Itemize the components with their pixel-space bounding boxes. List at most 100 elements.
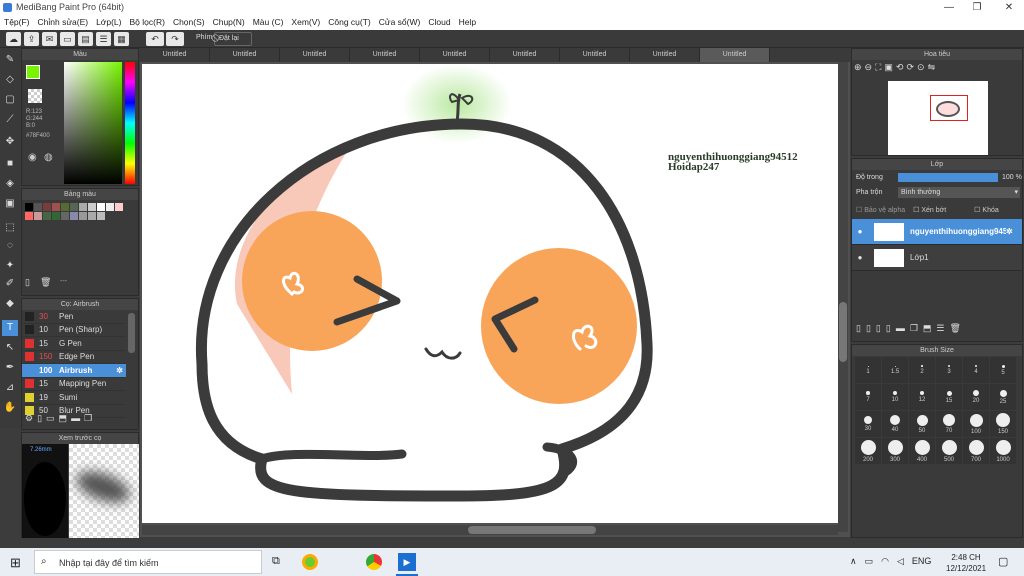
foreground-color-swatch[interactable] bbox=[26, 65, 40, 79]
magic-wand-icon[interactable]: ✦ bbox=[2, 258, 18, 274]
palette-swatch[interactable] bbox=[52, 203, 60, 211]
menu-window[interactable]: Cửa sổ(W) bbox=[375, 15, 425, 30]
select-eraser-icon[interactable]: ◆ bbox=[2, 296, 18, 312]
eye-icon[interactable]: ● bbox=[852, 227, 868, 236]
palette-swatch[interactable] bbox=[97, 212, 105, 220]
lock-checkbox[interactable]: ☐ Khóa bbox=[974, 206, 999, 214]
menu-layer[interactable]: Lớp(L) bbox=[92, 15, 125, 30]
brush-size-cell[interactable]: 5 bbox=[990, 357, 1016, 383]
brush-size-cell[interactable]: 2 bbox=[909, 357, 935, 383]
menu-filter[interactable]: Bộ lọc(R) bbox=[126, 15, 169, 30]
brush-size-cell[interactable]: 300 bbox=[882, 438, 908, 464]
clipping-checkbox[interactable]: ☐ Xén bớt bbox=[913, 206, 946, 214]
dropper-tool-icon[interactable]: ✒ bbox=[2, 360, 18, 376]
palette-swatch[interactable] bbox=[43, 212, 51, 220]
brush-folder-icon[interactable]: ▬ bbox=[71, 413, 80, 424]
new-8bit-layer-icon[interactable]: ▯ bbox=[876, 323, 881, 334]
palette-swatch[interactable] bbox=[106, 203, 114, 211]
menu-cloud[interactable]: Cloud bbox=[424, 15, 454, 30]
chat-icon[interactable]: ✉ bbox=[42, 32, 57, 46]
tab-untitled[interactable]: Untitled bbox=[420, 48, 490, 62]
blend-mode-select[interactable]: Bình thường ▾ bbox=[898, 187, 1020, 198]
brush-size-cell[interactable]: 1000 bbox=[990, 438, 1016, 464]
add-brush-icon[interactable]: ▯ bbox=[37, 413, 42, 424]
brush-size-cell[interactable]: 10 bbox=[882, 384, 908, 410]
line-tool-icon[interactable]: ⟋ bbox=[2, 112, 18, 128]
horizontal-scrollbar[interactable] bbox=[142, 525, 838, 535]
brush-size-cell[interactable]: 7 bbox=[855, 384, 881, 410]
volume-icon[interactable]: ◁ bbox=[897, 556, 904, 567]
brush-scrollbar[interactable] bbox=[128, 313, 135, 353]
new-1bit-layer-icon[interactable]: ▯ bbox=[886, 323, 891, 334]
new-halftone-layer-icon[interactable]: ▯ bbox=[866, 323, 871, 334]
tab-untitled[interactable]: Untitled bbox=[140, 48, 210, 62]
menu-view[interactable]: Xem(V) bbox=[287, 15, 324, 30]
opacity-slider[interactable] bbox=[898, 173, 998, 182]
menu-select[interactable]: Chọn(S) bbox=[169, 15, 209, 30]
select-pen-icon[interactable]: ✐ bbox=[2, 276, 18, 292]
redo-icon[interactable]: ↷ bbox=[166, 32, 184, 46]
tab-untitled[interactable]: Untitled bbox=[490, 48, 560, 62]
brush-size-cell[interactable]: 1.5 bbox=[882, 357, 908, 383]
brush-size-cell[interactable]: 700 bbox=[963, 438, 989, 464]
chevron-up-icon[interactable]: ∧ bbox=[850, 556, 857, 567]
language-indicator[interactable]: ENG bbox=[912, 556, 932, 567]
palette-swatch[interactable] bbox=[79, 203, 87, 211]
tab-untitled[interactable]: Untitled bbox=[280, 48, 350, 62]
protect-alpha-checkbox[interactable]: ☐ Bảo vệ alpha bbox=[856, 206, 905, 214]
palette-swatch[interactable] bbox=[70, 212, 78, 220]
navigator-thumbnail[interactable] bbox=[888, 81, 988, 155]
brush-size-cell[interactable]: 150 bbox=[990, 411, 1016, 437]
brush-size-cell[interactable]: 3 bbox=[936, 357, 962, 383]
palette-swatch[interactable] bbox=[88, 212, 96, 220]
menu-color[interactable]: Màu (C) bbox=[249, 15, 288, 30]
brush-settings-icon[interactable]: ⚙ bbox=[25, 413, 33, 424]
brush-size-cell[interactable]: 50 bbox=[909, 411, 935, 437]
palette-swatch[interactable] bbox=[34, 203, 42, 211]
zoom-in-icon[interactable]: ⊕ bbox=[854, 62, 862, 73]
chrome-icon[interactable] bbox=[366, 554, 382, 570]
color-picker-icon[interactable]: ◍ bbox=[44, 152, 53, 163]
brush-item[interactable]: 15 Mapping Pen bbox=[22, 378, 126, 391]
cloud-icon[interactable]: ☁ bbox=[6, 32, 21, 46]
rotate-left-icon[interactable]: ⟲ bbox=[896, 62, 904, 73]
comment-icon[interactable]: ▭ bbox=[60, 32, 75, 46]
rotate-right-icon[interactable]: ⟳ bbox=[906, 62, 914, 73]
delete-palette-icon[interactable]: 🗑 bbox=[40, 277, 51, 288]
palette-swatch[interactable] bbox=[97, 203, 105, 211]
color-wheel-icon[interactable]: ◉ bbox=[28, 152, 37, 163]
brush-size-cell[interactable]: 1 bbox=[855, 357, 881, 383]
operation-tool-icon[interactable]: ↖ bbox=[2, 340, 18, 356]
brush-item[interactable]: 30 Pen bbox=[22, 310, 126, 324]
eyedropper-icon[interactable]: ⊿ bbox=[2, 380, 18, 396]
brush-item[interactable]: 19 Sumi bbox=[22, 391, 126, 405]
brush-item[interactable]: 10 Pen (Sharp) bbox=[22, 324, 126, 337]
brush-size-cell[interactable]: 25 bbox=[990, 384, 1016, 410]
rect-tool-icon[interactable]: ▢ bbox=[2, 92, 18, 108]
brush-size-cell[interactable]: 30 bbox=[855, 411, 881, 437]
palette-swatch[interactable] bbox=[25, 212, 33, 220]
page-icon[interactable]: ▤ bbox=[78, 32, 93, 46]
brush-item[interactable]: 100 Airbrush ✲ bbox=[22, 364, 126, 378]
brush-size-cell[interactable]: 4 bbox=[963, 357, 989, 383]
undo-icon[interactable]: ↶ bbox=[146, 32, 164, 46]
gear-icon[interactable]: ✲ bbox=[116, 366, 123, 375]
hand-tool-icon[interactable]: ✋ bbox=[2, 400, 18, 416]
close-button[interactable]: ✕ bbox=[994, 0, 1024, 15]
search-input[interactable]: ⌕ Nhập tại đây để tìm kiếm bbox=[34, 550, 262, 574]
palette-swatch[interactable] bbox=[61, 212, 69, 220]
palette-swatch[interactable] bbox=[70, 203, 78, 211]
brush-size-cell[interactable]: 100 bbox=[963, 411, 989, 437]
add-palette-icon[interactable]: ▯ bbox=[25, 277, 30, 288]
hue-slider[interactable] bbox=[125, 62, 135, 184]
gear-icon[interactable]: ✲ bbox=[1006, 227, 1013, 236]
reset-rotation-icon[interactable]: ⊙ bbox=[917, 62, 925, 73]
notification-icon[interactable]: ▢ bbox=[998, 555, 1008, 568]
fill-rect-tool-icon[interactable]: ■ bbox=[2, 156, 18, 172]
windows-start-icon[interactable]: ⊞ bbox=[10, 555, 21, 571]
brush-duplicate-icon[interactable]: ❐ bbox=[84, 413, 92, 424]
menu-help[interactable]: Help bbox=[455, 15, 480, 30]
brush-download-icon[interactable]: ⬒ bbox=[59, 413, 68, 424]
palette-swatch[interactable] bbox=[88, 203, 96, 211]
layer-item[interactable]: ● nguyenthihuonggiang94512 ✲ bbox=[852, 219, 1022, 245]
